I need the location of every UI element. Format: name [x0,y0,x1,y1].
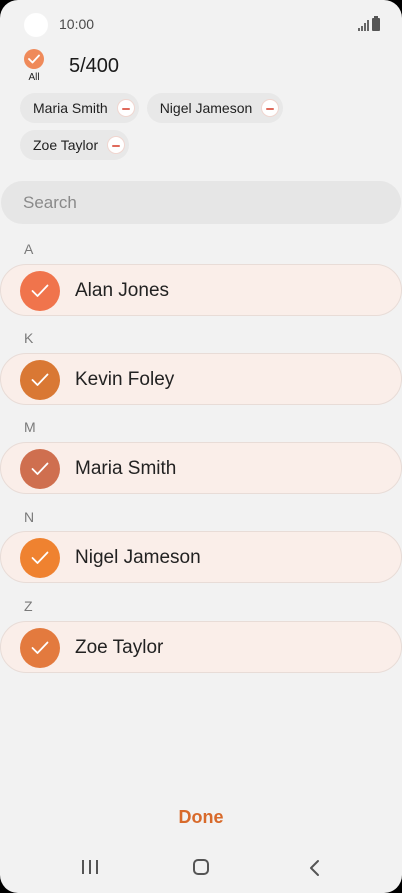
section-letter-z: Z [24,598,33,614]
remove-icon[interactable] [261,99,280,117]
contact-row[interactable]: Kevin Foley [0,353,402,405]
contact-checkbox[interactable] [20,271,60,311]
section-letter-a: A [24,241,34,257]
selected-count: 5/400 [69,55,120,77]
check-icon [24,49,44,69]
camera-cutout [24,13,48,37]
search-bar[interactable] [1,181,401,224]
contact-row[interactable]: Maria Smith [0,442,402,494]
remove-icon[interactable] [116,99,135,117]
status-icons [358,16,380,31]
battery-icon [372,16,380,31]
contact-picker-screen: 10:00 All 5/400 Maria Smith Nigel Jameso… [0,0,402,893]
contact-checkbox[interactable] [20,538,60,578]
status-time: 10:00 [59,16,95,32]
contact-row[interactable]: Alan Jones [0,264,402,316]
selected-chip[interactable]: Zoe Taylor [20,130,130,160]
contact-row[interactable]: Zoe Taylor [0,621,402,673]
check-icon [31,284,49,297]
home-icon[interactable] [193,859,209,875]
check-icon [31,551,49,564]
contact-name: Nigel Jameson [75,547,201,568]
remove-icon[interactable] [107,136,126,154]
chip-label: Zoe Taylor [33,137,99,153]
chip-label: Nigel Jameson [159,100,253,116]
contact-row[interactable]: Nigel Jameson [0,531,402,583]
search-input[interactable] [23,192,363,213]
select-all-checkbox[interactable]: All [22,49,46,83]
check-icon [31,462,49,475]
contact-checkbox[interactable] [20,628,60,668]
done-button[interactable]: Done [0,807,402,828]
contact-checkbox[interactable] [20,360,60,400]
contact-name: Kevin Foley [75,369,175,390]
recents-icon[interactable] [82,860,98,876]
navigation-bar [0,843,402,893]
status-bar: 10:00 [0,0,402,48]
check-icon [31,641,49,654]
section-letter-k: K [24,330,34,346]
signal-icon [358,19,369,31]
selected-chips: Maria Smith Nigel Jameson Zoe Taylor [20,93,390,160]
select-all-label: All [28,72,40,83]
contact-checkbox[interactable] [20,449,60,489]
selected-chip[interactable]: Maria Smith [20,93,139,123]
contact-name: Alan Jones [75,280,170,301]
chip-label: Maria Smith [33,100,108,116]
back-icon[interactable] [307,859,323,877]
section-letter-n: N [24,509,35,525]
contact-name: Maria Smith [75,458,177,479]
section-letter-m: M [24,419,36,435]
check-icon [31,373,49,386]
contact-name: Zoe Taylor [75,637,164,658]
selected-chip[interactable]: Nigel Jameson [146,93,284,123]
